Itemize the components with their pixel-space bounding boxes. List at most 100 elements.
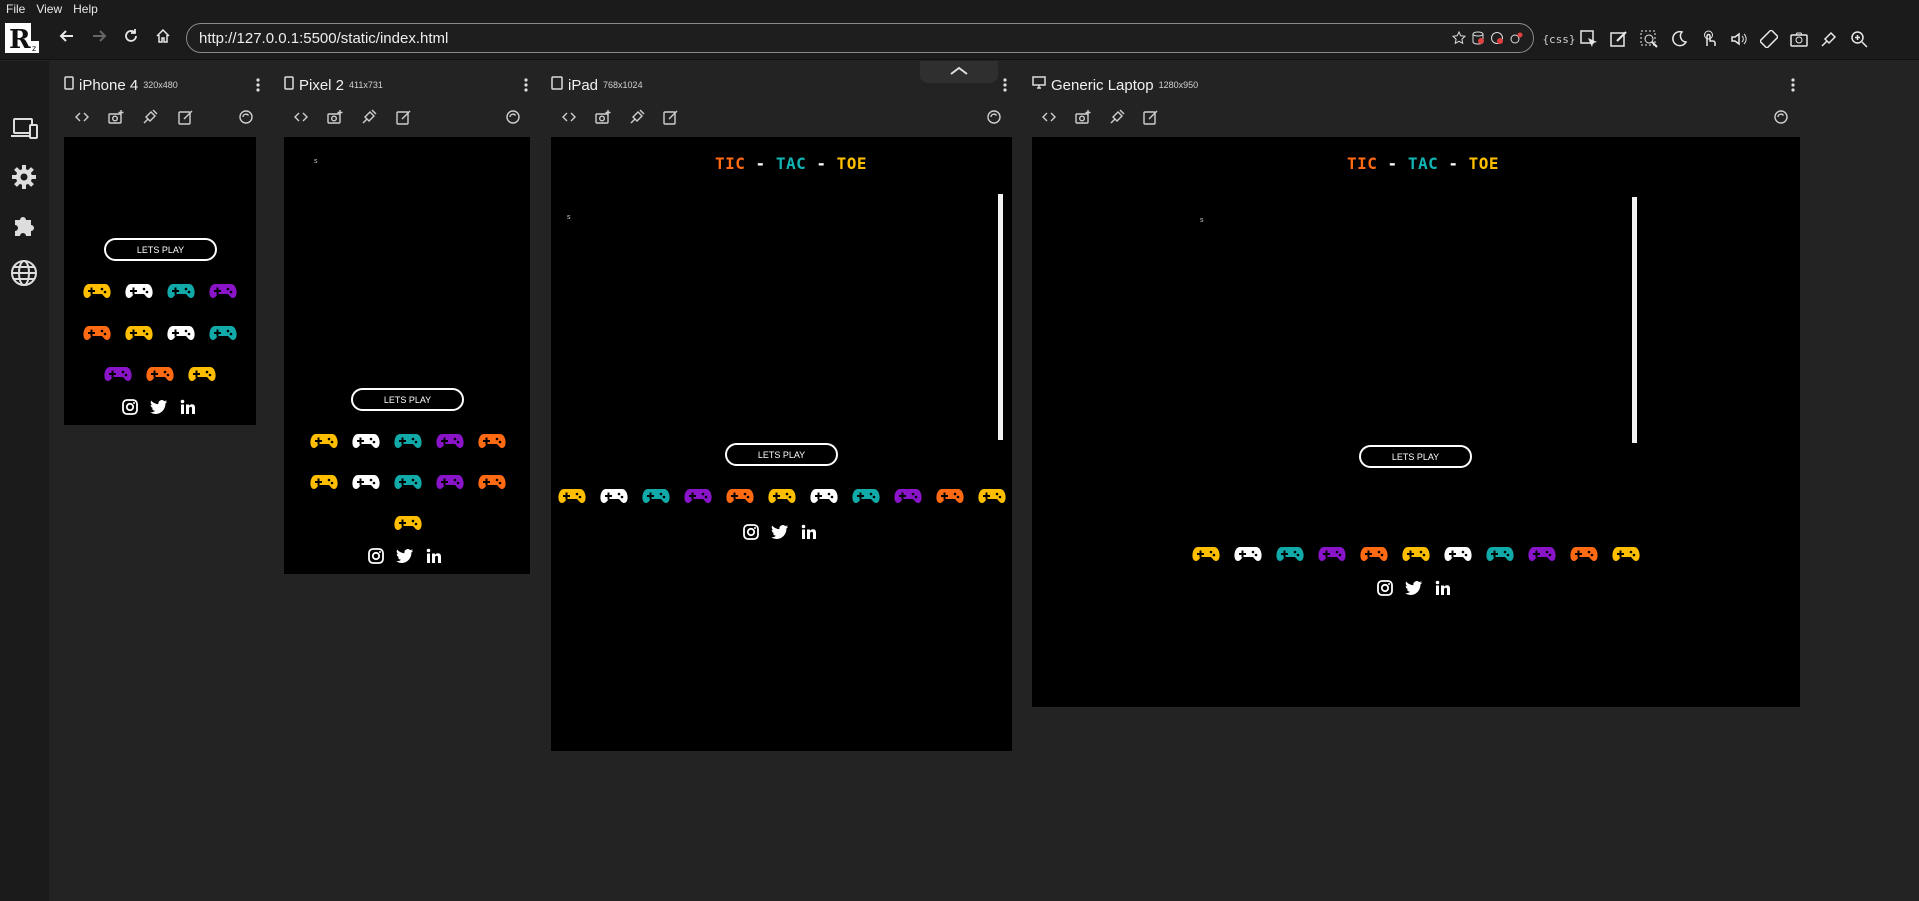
code-icon[interactable] bbox=[1039, 107, 1059, 127]
devtools-icon[interactable] bbox=[627, 107, 647, 127]
touch-icon[interactable] bbox=[1694, 26, 1724, 52]
home-icon bbox=[155, 28, 171, 49]
address-bar[interactable]: http://127.0.0.1:5500/static/index.html bbox=[186, 23, 1534, 53]
screenshot-icon[interactable] bbox=[593, 107, 613, 127]
tablet-icon bbox=[551, 75, 563, 95]
device-menu-icon[interactable] bbox=[1788, 77, 1798, 93]
inspect-element-icon[interactable] bbox=[1574, 26, 1604, 52]
edit-page-icon[interactable] bbox=[1604, 26, 1634, 52]
menu-help[interactable]: Help bbox=[73, 2, 98, 16]
device-menu-icon[interactable] bbox=[253, 77, 263, 93]
devtools-icon[interactable] bbox=[1814, 26, 1844, 52]
reload-button[interactable] bbox=[120, 27, 142, 49]
dark-mode-icon[interactable] bbox=[1664, 26, 1694, 52]
linkedin-icon[interactable] bbox=[180, 399, 196, 420]
screenshot-icon[interactable] bbox=[1073, 107, 1093, 127]
back-button[interactable] bbox=[56, 27, 78, 49]
device-menu-icon[interactable] bbox=[521, 77, 531, 93]
rotate-icon[interactable] bbox=[1771, 107, 1791, 127]
rotate-icon[interactable] bbox=[503, 107, 523, 127]
screenshot-icon[interactable] bbox=[106, 107, 126, 127]
sound-icon[interactable] bbox=[1724, 26, 1754, 52]
lets-play-button[interactable]: LETS PLAY bbox=[104, 238, 217, 261]
css-toggle-button[interactable]: {css} bbox=[1542, 26, 1575, 52]
gamepad-icon bbox=[125, 283, 153, 304]
device-name: Pixel 2 bbox=[299, 76, 345, 94]
menu-view[interactable]: View bbox=[36, 2, 62, 16]
instagram-icon[interactable] bbox=[368, 548, 384, 569]
forward-button[interactable] bbox=[88, 27, 110, 49]
twitter-icon[interactable] bbox=[771, 524, 789, 545]
zoom-in-icon[interactable] bbox=[1844, 26, 1874, 52]
phone-icon bbox=[64, 75, 74, 95]
twitter-icon[interactable] bbox=[150, 399, 168, 420]
gamepad-icon bbox=[310, 474, 338, 495]
device-ipad: iPad 768x1024 bbox=[551, 73, 1013, 133]
code-icon[interactable] bbox=[72, 107, 92, 127]
edit-icon[interactable] bbox=[176, 107, 196, 127]
linkedin-icon[interactable] bbox=[801, 524, 817, 545]
gamepad-icon bbox=[125, 325, 153, 346]
home-button[interactable] bbox=[152, 27, 174, 49]
devtools-icon[interactable] bbox=[140, 107, 160, 127]
devtools-icon[interactable] bbox=[359, 107, 379, 127]
lets-play-button[interactable]: LETS PLAY bbox=[1359, 445, 1472, 468]
reload-icon bbox=[123, 28, 139, 49]
twitter-icon[interactable] bbox=[396, 548, 414, 569]
devtools-icon[interactable] bbox=[1107, 107, 1127, 127]
linkedin-icon[interactable] bbox=[1435, 580, 1451, 601]
edit-icon[interactable] bbox=[1141, 107, 1161, 127]
gamepad-icon bbox=[310, 433, 338, 454]
cookie-icon[interactable] bbox=[1490, 31, 1504, 50]
zoom-region-icon[interactable] bbox=[1634, 26, 1664, 52]
device-pixel2: Pixel 2 411x731 bbox=[284, 73, 534, 133]
rotate-icon[interactable] bbox=[984, 107, 1004, 127]
gamepad-icon bbox=[478, 474, 506, 495]
gamepad-icon bbox=[352, 433, 380, 454]
browser-toolbar: R z http://127.0.0.1:5500/static/index.h… bbox=[0, 17, 1919, 60]
rotate-icon[interactable] bbox=[236, 107, 256, 127]
linkedin-icon[interactable] bbox=[426, 548, 442, 569]
screenshot-all-icon[interactable] bbox=[1784, 26, 1814, 52]
extensions-puzzle-icon[interactable] bbox=[8, 209, 40, 241]
code-icon[interactable] bbox=[291, 107, 311, 127]
device-menu-icon[interactable] bbox=[1000, 77, 1010, 93]
title-toe: TOE bbox=[836, 154, 868, 173]
bookmark-star-icon[interactable] bbox=[1451, 30, 1467, 50]
device-size: 768x1024 bbox=[603, 80, 643, 90]
menu-file[interactable]: File bbox=[6, 2, 25, 16]
network-globe-icon[interactable] bbox=[8, 257, 40, 289]
lets-play-button[interactable]: LETS PLAY bbox=[351, 388, 464, 411]
code-icon[interactable] bbox=[559, 107, 579, 127]
edit-icon[interactable] bbox=[661, 107, 681, 127]
devices-icon[interactable] bbox=[8, 113, 40, 145]
device-size: 411x731 bbox=[349, 80, 383, 90]
instagram-icon[interactable] bbox=[743, 524, 759, 545]
lets-play-button[interactable]: LETS PLAY bbox=[725, 443, 838, 466]
address-url[interactable]: http://127.0.0.1:5500/static/index.html bbox=[199, 30, 448, 47]
edit-icon[interactable] bbox=[394, 107, 414, 127]
gamepad-icon bbox=[1570, 546, 1598, 567]
social-links bbox=[1377, 580, 1451, 601]
gamepad-icon bbox=[1192, 546, 1220, 567]
twitter-icon[interactable] bbox=[1405, 580, 1423, 601]
gamepad-icon bbox=[188, 366, 216, 387]
settings-gear-icon[interactable] bbox=[8, 161, 40, 193]
instagram-icon[interactable] bbox=[122, 399, 138, 420]
screenshot-icon[interactable] bbox=[325, 107, 345, 127]
tiny-text: s bbox=[567, 214, 571, 221]
storage-icon[interactable] bbox=[1471, 31, 1485, 50]
screen-pixel2: s LETS PLAY bbox=[284, 137, 530, 574]
cache-clear-icon[interactable] bbox=[1509, 31, 1523, 50]
instagram-icon[interactable] bbox=[1377, 580, 1393, 601]
social-links bbox=[368, 548, 442, 569]
title-tac: TAC bbox=[1407, 154, 1439, 173]
gamepad-icon bbox=[104, 366, 132, 387]
svg-text:R: R bbox=[9, 25, 31, 55]
screen-iphone4: LETS PLAY bbox=[64, 137, 256, 425]
gamepad-icon bbox=[978, 488, 1006, 509]
rotate-devices-icon[interactable] bbox=[1754, 26, 1784, 52]
device-name: iPhone 4 bbox=[79, 76, 139, 94]
gamepad-icon bbox=[1234, 546, 1262, 567]
device-header: Generic Laptop 1280x950 bbox=[1032, 73, 1198, 97]
